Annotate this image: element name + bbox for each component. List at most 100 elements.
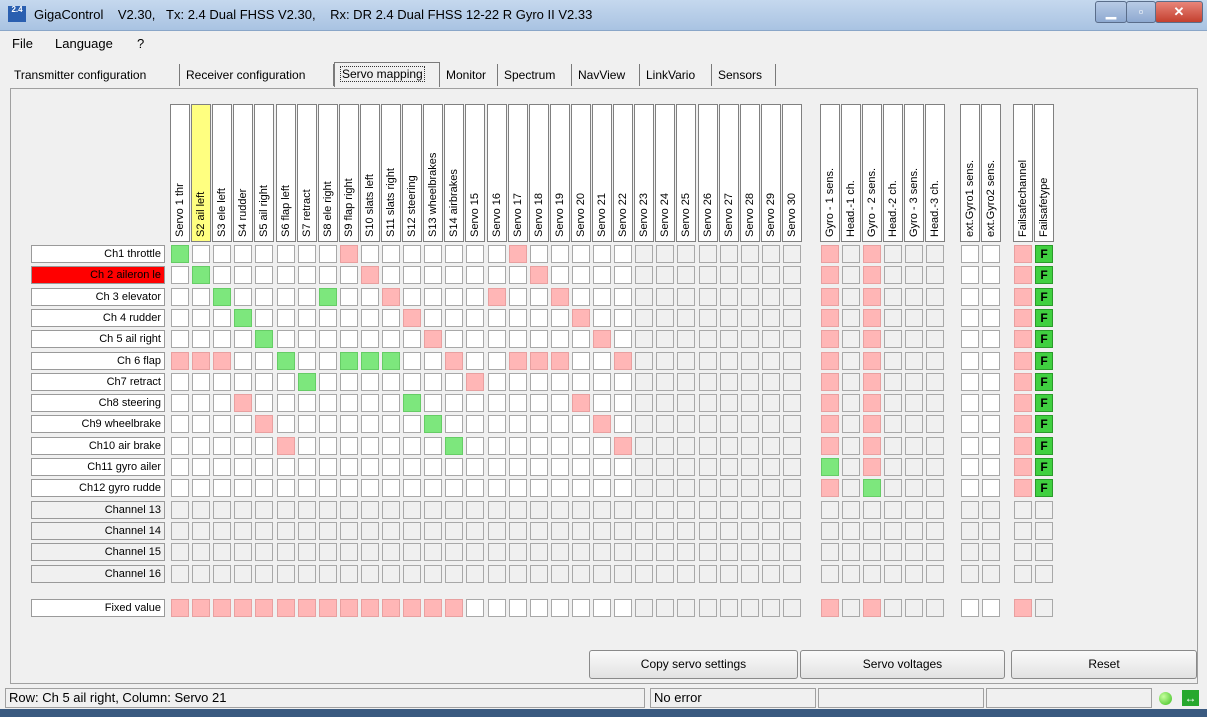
row-label-channel-13[interactable]: Channel 13 bbox=[31, 500, 165, 519]
mapping-cell[interactable] bbox=[698, 564, 717, 583]
column-header-servo-20[interactable]: Servo 20 bbox=[570, 104, 591, 242]
mapping-cell[interactable] bbox=[213, 245, 232, 263]
mapping-cell[interactable] bbox=[698, 436, 717, 455]
mapping-cell[interactable] bbox=[926, 458, 944, 476]
mapping-cell[interactable] bbox=[529, 521, 548, 540]
column-header-servo-24[interactable]: Servo 24 bbox=[655, 104, 676, 242]
mapping-cell[interactable]: F bbox=[1035, 266, 1053, 285]
mapping-cell[interactable] bbox=[297, 564, 316, 583]
mapping-cell[interactable] bbox=[926, 543, 944, 562]
mapping-cell[interactable] bbox=[424, 543, 443, 562]
mapping-cell[interactable] bbox=[382, 436, 400, 455]
mapping-cell[interactable] bbox=[171, 521, 189, 540]
column-header-servo-17[interactable]: Servo 17 bbox=[507, 104, 528, 242]
mapping-cell[interactable] bbox=[905, 287, 923, 306]
mapping-cell[interactable] bbox=[677, 287, 696, 306]
mapping-cell[interactable] bbox=[445, 245, 464, 263]
mapping-cell[interactable] bbox=[255, 436, 274, 455]
mapping-cell[interactable] bbox=[318, 458, 337, 476]
fixed-value-cell[interactable] bbox=[905, 599, 923, 617]
mapping-cell[interactable] bbox=[961, 330, 979, 349]
tab-linkvario[interactable]: LinkVario bbox=[640, 64, 712, 86]
mapping-cell[interactable] bbox=[234, 436, 253, 455]
mapping-cell[interactable] bbox=[884, 415, 902, 434]
mapping-cell[interactable] bbox=[550, 479, 569, 498]
mapping-cell[interactable] bbox=[656, 266, 675, 285]
mapping-cell[interactable] bbox=[318, 543, 337, 562]
mapping-cell[interactable] bbox=[614, 287, 633, 306]
mapping-cell[interactable] bbox=[192, 308, 211, 327]
mapping-cell[interactable] bbox=[656, 500, 675, 519]
mapping-cell[interactable] bbox=[213, 436, 232, 455]
mapping-cell[interactable] bbox=[213, 394, 232, 413]
mapping-cell[interactable] bbox=[571, 479, 590, 498]
mapping-cell[interactable] bbox=[614, 266, 633, 285]
mapping-cell[interactable] bbox=[698, 266, 717, 285]
mapping-cell[interactable] bbox=[192, 372, 211, 391]
mapping-cell[interactable] bbox=[234, 308, 253, 327]
column-header-servo-21[interactable]: Servo 21 bbox=[592, 104, 612, 242]
mapping-cell[interactable] bbox=[982, 458, 1000, 476]
mapping-cell[interactable] bbox=[677, 266, 696, 285]
column-header-servo-1-thr[interactable]: Servo 1 thr bbox=[170, 104, 190, 242]
mapping-cell[interactable] bbox=[297, 521, 316, 540]
fixed-value-cell[interactable] bbox=[719, 599, 738, 617]
mapping-cell[interactable] bbox=[255, 479, 274, 498]
mapping-cell[interactable] bbox=[234, 394, 253, 413]
mapping-cell[interactable] bbox=[529, 351, 548, 370]
mapping-cell[interactable] bbox=[487, 372, 506, 391]
mapping-cell[interactable] bbox=[677, 394, 696, 413]
mapping-cell[interactable] bbox=[276, 394, 295, 413]
mapping-cell[interactable] bbox=[529, 266, 548, 285]
column-header-servo-16[interactable]: Servo 16 bbox=[486, 104, 507, 242]
mapping-cell[interactable] bbox=[529, 458, 548, 476]
mapping-cell[interactable] bbox=[926, 287, 944, 306]
mapping-cell[interactable] bbox=[905, 543, 923, 562]
mapping-cell[interactable] bbox=[360, 564, 379, 583]
mapping-cell[interactable] bbox=[318, 330, 337, 349]
mapping-cell[interactable] bbox=[782, 372, 801, 391]
mapping-cell[interactable] bbox=[698, 521, 717, 540]
fixed-value-cell[interactable] bbox=[445, 599, 464, 617]
mapping-cell[interactable] bbox=[360, 521, 379, 540]
mapping-cell[interactable] bbox=[234, 351, 253, 370]
mapping-cell[interactable] bbox=[318, 287, 337, 306]
column-header-servo-29[interactable]: Servo 29 bbox=[760, 104, 781, 242]
mapping-cell[interactable] bbox=[403, 415, 422, 434]
mapping-cell[interactable] bbox=[550, 372, 569, 391]
mapping-cell[interactable] bbox=[255, 521, 274, 540]
mapping-cell[interactable] bbox=[961, 372, 979, 391]
mapping-cell[interactable] bbox=[863, 394, 881, 413]
fixed-value-cell[interactable] bbox=[276, 599, 295, 617]
fixed-value-cell[interactable] bbox=[863, 599, 881, 617]
mapping-cell[interactable] bbox=[905, 479, 923, 498]
mapping-cell[interactable] bbox=[403, 372, 422, 391]
mapping-cell[interactable] bbox=[339, 415, 358, 434]
mapping-cell[interactable] bbox=[360, 308, 379, 327]
mapping-cell[interactable] bbox=[740, 351, 759, 370]
row-label-fixed-value[interactable]: Fixed value bbox=[31, 599, 165, 617]
column-header-ext-gyro2-sens[interactable]: ext.Gyro2 sens. bbox=[981, 104, 1001, 242]
mapping-cell[interactable] bbox=[445, 372, 464, 391]
mapping-cell[interactable] bbox=[740, 287, 759, 306]
mapping-cell[interactable] bbox=[593, 543, 611, 562]
mapping-cell[interactable] bbox=[740, 521, 759, 540]
mapping-cell[interactable] bbox=[593, 351, 611, 370]
mapping-cell[interactable] bbox=[213, 564, 232, 583]
mapping-cell[interactable] bbox=[821, 372, 839, 391]
mapping-cell[interactable] bbox=[529, 415, 548, 434]
mapping-cell[interactable] bbox=[403, 458, 422, 476]
mapping-cell[interactable] bbox=[318, 372, 337, 391]
mapping-cell[interactable] bbox=[213, 521, 232, 540]
mapping-cell[interactable] bbox=[403, 266, 422, 285]
fixed-value-cell[interactable] bbox=[508, 599, 527, 617]
mapping-cell[interactable]: F bbox=[1035, 330, 1053, 349]
mapping-cell[interactable] bbox=[863, 415, 881, 434]
mapping-cell[interactable] bbox=[698, 479, 717, 498]
mapping-cell[interactable] bbox=[698, 351, 717, 370]
mapping-cell[interactable] bbox=[171, 287, 189, 306]
mapping-cell[interactable] bbox=[982, 436, 1000, 455]
mapping-cell[interactable] bbox=[842, 479, 860, 498]
mapping-cell[interactable] bbox=[884, 394, 902, 413]
mapping-cell[interactable] bbox=[171, 266, 189, 285]
